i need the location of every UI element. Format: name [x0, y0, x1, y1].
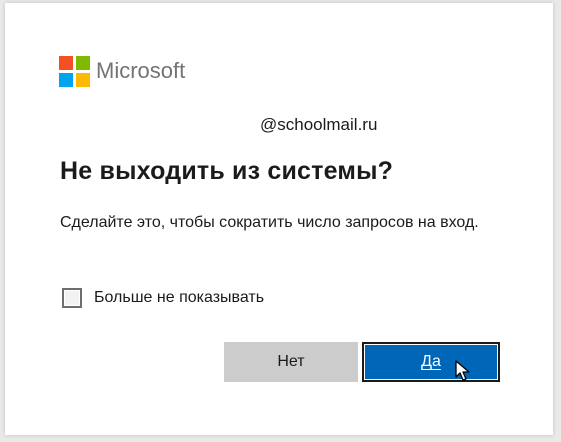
brand-name: Microsoft — [96, 58, 186, 83]
microsoft-logo-icon — [59, 55, 90, 87]
no-button-label: Нет — [277, 353, 305, 370]
yes-button-label: Да — [421, 353, 441, 370]
microsoft-brand: Microsoft — [59, 55, 185, 87]
mouse-pointer-icon — [455, 360, 470, 381]
no-button[interactable]: Нет — [224, 342, 358, 382]
dialog-description: Сделайте это, чтобы сократить число запр… — [60, 214, 479, 231]
yes-button[interactable]: Да — [362, 342, 500, 382]
dialog-title: Не выходить из системы? — [60, 157, 394, 185]
dont-show-again-checkbox[interactable] — [62, 288, 82, 308]
dont-show-again-label[interactable]: Больше не показывать — [94, 289, 264, 307]
dont-show-again-row[interactable]: Больше не показывать — [62, 288, 264, 308]
account-email: @schoolmail.ru — [260, 115, 378, 134]
